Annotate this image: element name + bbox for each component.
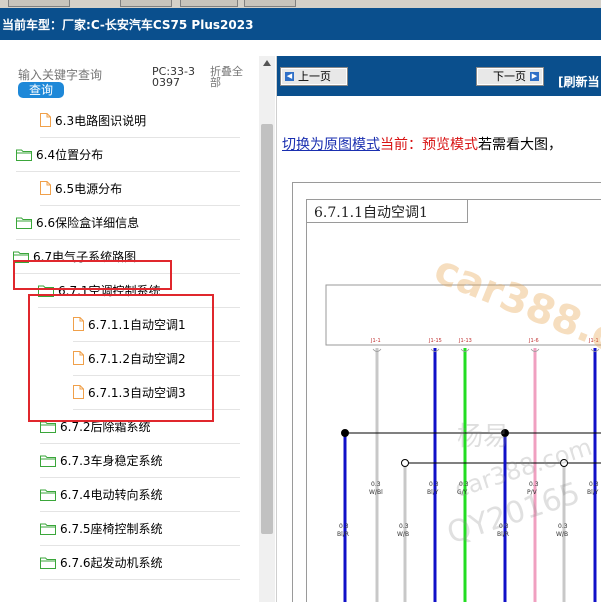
tree-item-label: 6.7.6起发动机系统 <box>60 555 163 570</box>
wire-color-label: P/V <box>527 489 538 496</box>
wire-color-label: Bl/Y <box>427 489 439 496</box>
wire-color-label: W/B <box>397 531 409 538</box>
top-tab-button[interactable] <box>244 0 296 7</box>
splice-node <box>501 429 509 437</box>
vehicle-value: 厂家:C-长安汽车CS75 Plus2023 <box>62 18 254 32</box>
wire-color-label: Bl/R <box>337 531 349 538</box>
tree-item-label: 6.7.4电动转向系统 <box>60 487 163 502</box>
sidebar: 查询 PC:33-30397 折叠全部 6.3电路图识说明 6.4位置分布 6.5电… <box>0 56 277 602</box>
wire-color-label: W/Bl <box>369 489 383 496</box>
tree-separator <box>40 579 240 580</box>
folder-icon <box>40 522 56 535</box>
header-bar: 当前车型：厂家:C-长安汽车CS75 Plus2023 <box>0 8 601 40</box>
tree-item[interactable]: 6.3电路图识说明 <box>40 103 146 137</box>
connector-pin-label: J1-1 <box>370 338 381 344</box>
connector-pin-label: J1-1 <box>588 338 599 344</box>
document-icon <box>40 181 51 195</box>
wire-gauge-label: 0.3 <box>499 523 509 530</box>
wire-color-label: Bl/R <box>497 531 509 538</box>
scroll-thumb[interactable] <box>261 124 273 534</box>
sidebar-scrollbar[interactable] <box>259 56 275 602</box>
wire-color-label: Bl/Y <box>587 489 599 496</box>
top-tab-button[interactable] <box>120 0 172 7</box>
tree-item[interactable]: 6.7.3车身稳定系统 <box>40 443 163 477</box>
collapse-all-button[interactable]: 折叠全部 <box>210 66 250 88</box>
connector-pin-label: J1-13 <box>458 338 472 344</box>
connector-pin-label: J1-6 <box>528 338 539 344</box>
tree-item-label: 6.7.3车身稳定系统 <box>60 453 163 468</box>
folder-icon <box>16 216 32 229</box>
wire-gauge-label: 0.3 <box>529 481 539 488</box>
tree-item-label: 6.5电源分布 <box>55 181 123 196</box>
connector-block <box>325 284 601 346</box>
tree-item[interactable]: 6.7.6起发动机系统 <box>40 545 163 579</box>
folder-icon <box>40 454 56 467</box>
tree-item[interactable]: 6.5电源分布 <box>40 171 122 205</box>
wire-gauge-label: 0.3 <box>399 523 409 530</box>
document-icon <box>40 113 51 127</box>
tree-item[interactable]: 6.7.4电动转向系统 <box>40 477 163 511</box>
current-vehicle: 当前车型：厂家:C-长安汽车CS75 Plus2023 <box>2 16 253 33</box>
folder-icon <box>40 556 56 569</box>
search-input[interactable] <box>18 67 138 83</box>
tree-item-label: 6.3电路图识说明 <box>55 113 147 128</box>
tree-item-label: 6.4位置分布 <box>36 147 104 162</box>
wire-gauge-label: 0.3 <box>558 523 568 530</box>
scroll-up-arrow-icon[interactable] <box>263 60 271 66</box>
splice-node <box>560 459 568 467</box>
wire-gauge-label: 0.3 <box>459 481 469 488</box>
tree-item[interactable]: 6.6保险盒详细信息 <box>16 205 139 239</box>
top-tab-button[interactable] <box>180 0 238 7</box>
splice-node <box>341 429 349 437</box>
wire-gauge-label: 0.3 <box>589 481 599 488</box>
pc-code: PC:33-30397 <box>152 65 195 89</box>
wire-color-label: G/Y <box>457 489 468 496</box>
wire-color-label: W/B <box>556 531 568 538</box>
splice-node <box>401 459 409 467</box>
top-strip <box>0 0 601 8</box>
highlight-box <box>28 294 214 422</box>
connector-pin-label: J1-15 <box>428 338 442 344</box>
wiring-diagram: J1-1 J1-15 J1-13 J1-6 J1-10.3W/Bl0.3Bl/Y0.3G… <box>325 284 601 602</box>
search-button[interactable]: 查询 <box>18 82 64 98</box>
wire-gauge-label: 0.3 <box>371 481 381 488</box>
tree-item[interactable]: 6.7.5座椅控制系统 <box>40 511 163 545</box>
folder-icon <box>40 488 56 501</box>
folder-icon <box>16 148 32 161</box>
tree-item[interactable]: 6.4位置分布 <box>16 137 103 171</box>
highlight-box <box>13 260 172 290</box>
content-panel: ◀ 上一页 下一页 ▶ [刷新当 切换为原图模式当前：预览模式若需看大图， 6.7.… <box>277 56 601 602</box>
wire-gauge-label: 0.3 <box>429 481 439 488</box>
tree-item-label: 6.7.5座椅控制系统 <box>60 521 163 536</box>
wire-gauge-label: 0.3 <box>339 523 349 530</box>
vehicle-label: 当前车型： <box>2 18 63 32</box>
top-tab-button[interactable] <box>8 0 70 7</box>
tree-item-label: 6.6保险盒详细信息 <box>36 215 140 230</box>
